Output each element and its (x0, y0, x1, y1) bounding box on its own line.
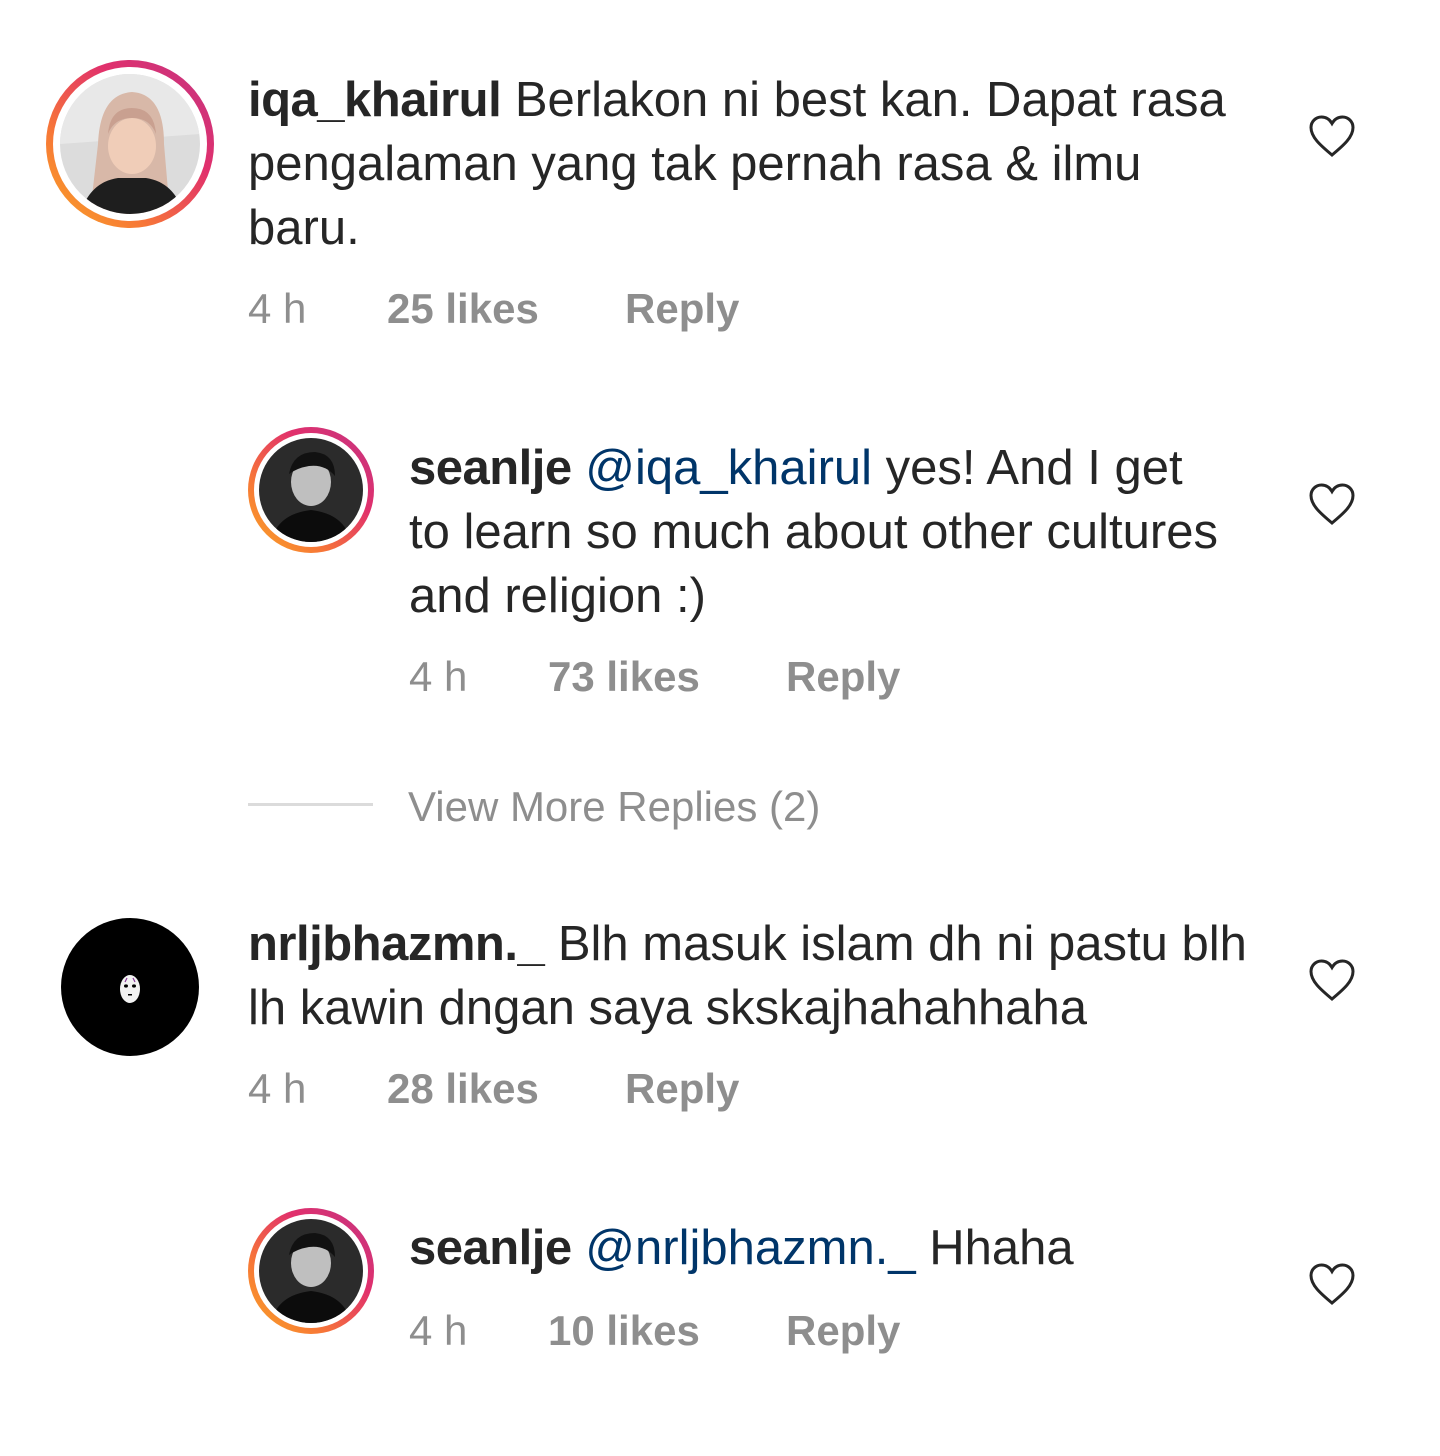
comment-time: 4 h (409, 1307, 468, 1354)
comment-body: Hhaha (929, 1221, 1074, 1275)
reply-button[interactable]: Reply (786, 1306, 900, 1356)
avatar-photo (259, 1219, 363, 1323)
comment-username[interactable]: seanlje (409, 1221, 572, 1275)
avatar[interactable] (248, 1208, 374, 1334)
comment-text: seanlje @nrljbhazmn._ Hhaha (409, 1216, 1229, 1280)
reply-item: seanlje @nrljbhazmn._ Hhaha 4 h 10 likes… (0, 0, 1440, 1420)
heart-outline-icon[interactable] (1308, 1262, 1356, 1306)
like-count[interactable]: 10 likes (548, 1306, 700, 1356)
mention-link[interactable]: @nrljbhazmn._ (585, 1221, 915, 1275)
